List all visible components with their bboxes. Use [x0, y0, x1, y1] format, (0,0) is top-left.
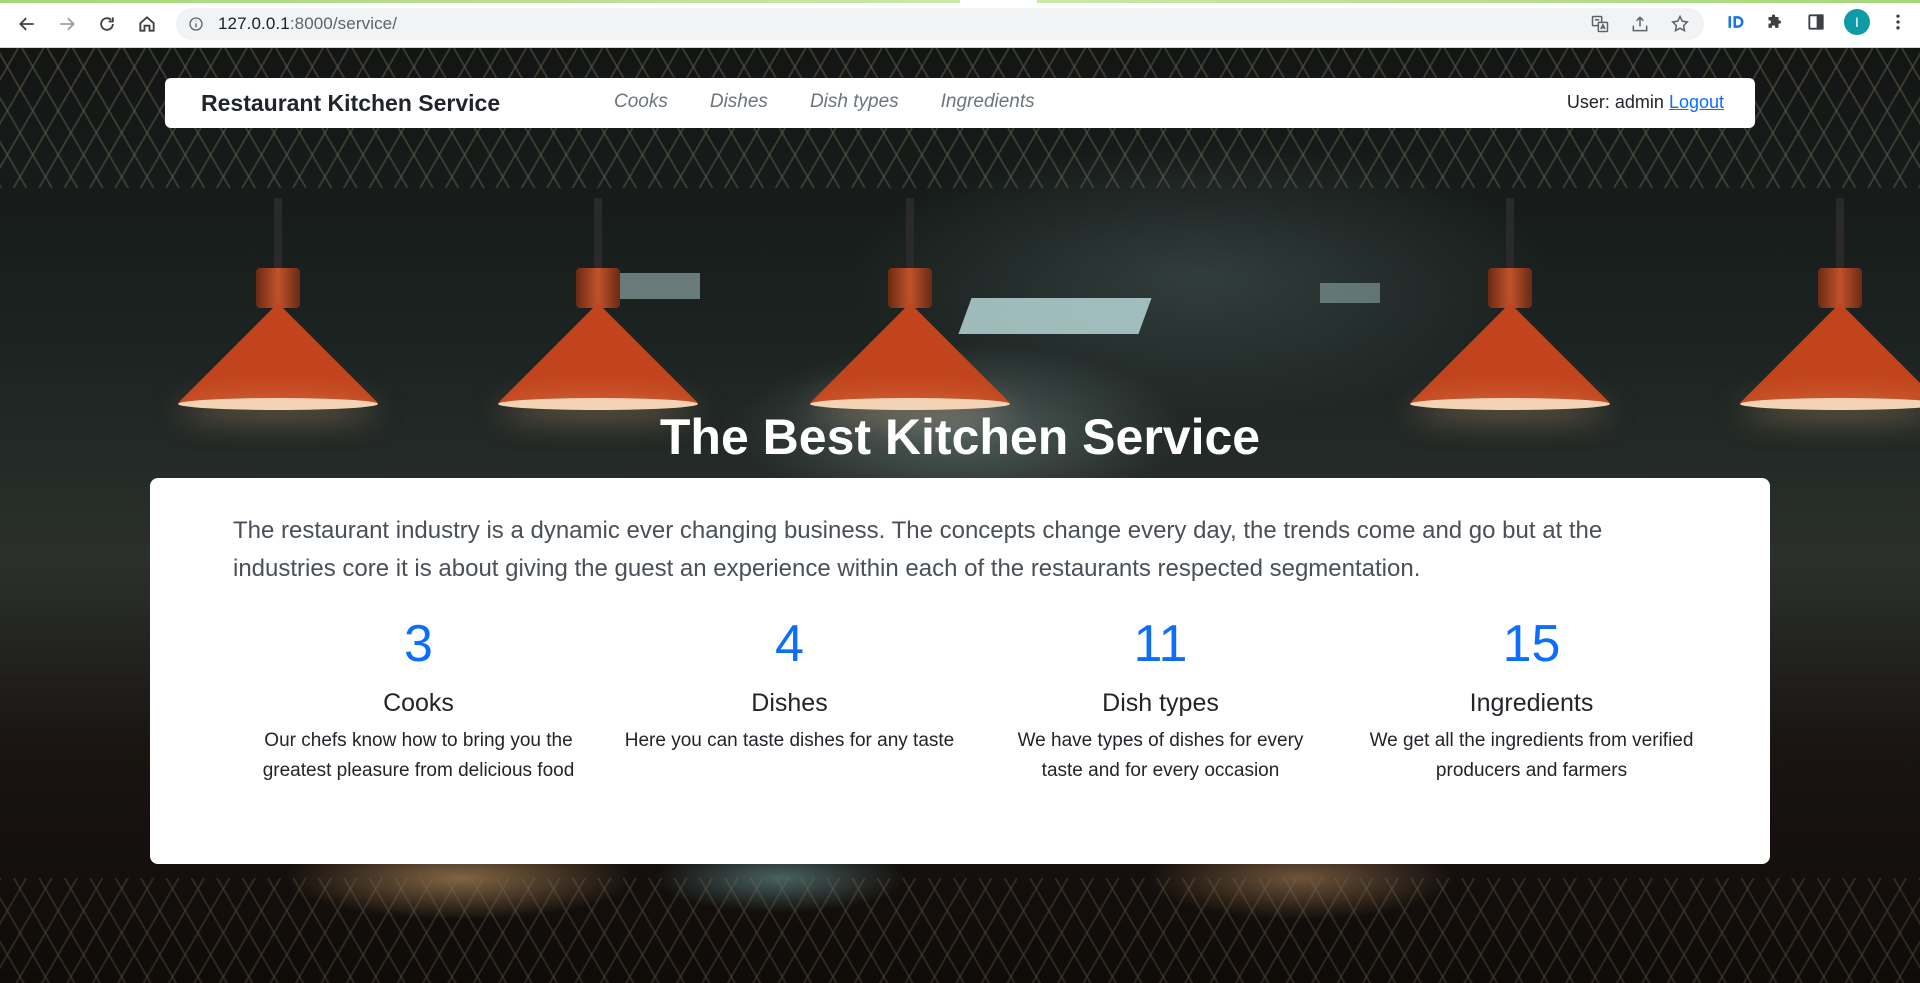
stat-label: Dishes: [751, 689, 828, 717]
ceiling-light: [1320, 283, 1380, 303]
puzzle-icon[interactable]: [1764, 10, 1788, 34]
stat-dishes: 4 Dishes Here you can taste dishes for a…: [604, 614, 975, 786]
browser-toolbar: 127.0.0.1:8000/service/ I: [0, 0, 1920, 48]
site-navbar: Restaurant Kitchen Service Cooks Dishes …: [165, 78, 1755, 128]
back-icon[interactable]: [12, 9, 42, 39]
pendant-lamp: [1740, 198, 1920, 410]
pendant-lamp: [1410, 198, 1610, 410]
info-icon[interactable]: [188, 16, 204, 32]
nav-links: Cooks Dishes Dish types Ingredients: [614, 91, 1077, 113]
pendant-lamp: [498, 198, 698, 410]
user-area: User: admin Logout: [1567, 92, 1724, 113]
stat-description: We have types of dishes for every taste …: [1017, 730, 1304, 781]
stats-row: 3 Cooks Our chefs know how to bring you …: [233, 614, 1717, 786]
stat-description: Our chefs know how to bring you the grea…: [262, 730, 575, 781]
user-label: User: admin: [1566, 92, 1664, 112]
pendant-lamp: [178, 198, 378, 410]
home-icon[interactable]: [132, 9, 162, 39]
lattice-bottom: [0, 878, 1920, 983]
stat-count: 11: [1133, 615, 1188, 673]
url-host: 127.0.0.1: [218, 14, 290, 33]
stat-description: Here you can taste dishes for any taste: [624, 730, 955, 751]
star-icon[interactable]: [1670, 14, 1690, 34]
logout-link[interactable]: Logout: [1669, 92, 1724, 112]
pendant-lamp: [810, 198, 1010, 410]
lead-paragraph: The restaurant industry is a dynamic eve…: [233, 517, 1603, 582]
info-card: The restaurant industry is a dynamic eve…: [150, 478, 1770, 864]
stat-label: Dish types: [1102, 689, 1219, 717]
extension-id-icon[interactable]: [1724, 10, 1748, 34]
share-icon[interactable]: [1630, 14, 1650, 34]
nav-link-cooks[interactable]: Cooks: [614, 91, 668, 113]
stat-count: 3: [404, 615, 433, 673]
stat-description: We get all the ingredients from verified…: [1369, 730, 1694, 781]
stat-label: Cooks: [383, 689, 454, 717]
nav-link-dish-types[interactable]: Dish types: [810, 91, 899, 113]
sidepanel-icon[interactable]: [1804, 10, 1828, 34]
stat-count: 4: [775, 615, 804, 673]
brand-link[interactable]: Restaurant Kitchen Service: [201, 90, 500, 117]
url-text: 127.0.0.1:8000/service/: [218, 14, 397, 34]
nav-link-ingredients[interactable]: Ingredients: [941, 91, 1035, 113]
url-path: :8000/service/: [289, 14, 398, 33]
stat-label: Ingredients: [1469, 689, 1594, 717]
stat-dish-types: 11 Dish types We have types of dishes fo…: [975, 614, 1346, 786]
profile-avatar[interactable]: I: [1844, 9, 1870, 35]
menu-dots-icon[interactable]: [1886, 10, 1910, 34]
hero-title: The Best Kitchen Service: [659, 409, 1261, 465]
address-bar[interactable]: 127.0.0.1:8000/service/: [176, 8, 1704, 40]
reload-icon[interactable]: [92, 9, 122, 39]
stat-cooks: 3 Cooks Our chefs know how to bring you …: [233, 614, 604, 786]
loading-bar: [0, 0, 1920, 3]
forward-icon[interactable]: [52, 9, 82, 39]
nav-link-dishes[interactable]: Dishes: [710, 91, 768, 113]
translate-icon[interactable]: [1590, 14, 1610, 34]
stat-count: 15: [1502, 615, 1561, 673]
stat-ingredients: 15 Ingredients We get all the ingredient…: [1346, 614, 1717, 786]
